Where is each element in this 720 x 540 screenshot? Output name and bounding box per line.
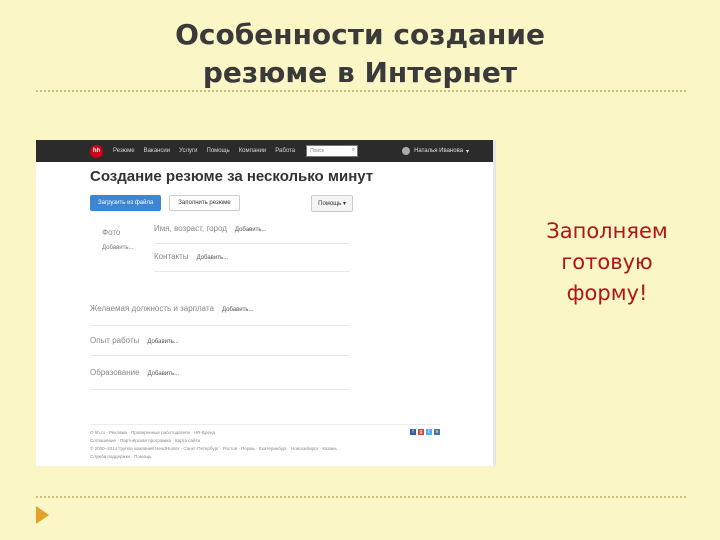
chevron-down-icon: ▾ xyxy=(342,200,346,207)
search-icon[interactable]: ⌕ xyxy=(352,147,355,154)
row-position: Желаемая должность и зарплата Добавить..… xyxy=(90,298,350,326)
row-name-add[interactable]: Добавить... xyxy=(235,227,267,233)
search-placeholder: Поиск xyxy=(310,148,324,154)
help-button-label: Помощь xyxy=(318,200,342,207)
row-education-add[interactable]: Добавить... xyxy=(148,371,180,377)
footer-line1[interactable]: О hh.ru · Реклама · Проверенные работода… xyxy=(90,429,440,437)
social-icons: f g t v xyxy=(408,429,440,435)
side-note: Заполняем готовую форму! xyxy=(522,216,692,309)
row-education: Образование Добавить... xyxy=(90,362,350,390)
row-experience-add[interactable]: Добавить... xyxy=(147,339,179,345)
twitter-icon[interactable]: t xyxy=(426,429,432,435)
site-footer: О hh.ru · Реклама · Проверенные работода… xyxy=(90,424,440,461)
side-note-line2: готовую xyxy=(561,250,653,274)
row-contacts-label: Контакты xyxy=(154,252,189,261)
row-experience: Опыт работы Добавить... xyxy=(90,330,350,356)
row-experience-label: Опыт работы xyxy=(90,336,140,345)
user-name: Наталья Иванова xyxy=(414,148,464,154)
user-menu[interactable]: Наталья Иванова ▾ xyxy=(402,147,469,155)
side-note-line1: Заполняем xyxy=(546,219,668,243)
fill-resume-button[interactable]: Заполнить резюме xyxy=(169,195,240,211)
vk-icon[interactable]: v xyxy=(434,429,440,435)
nav-services[interactable]: Услуги xyxy=(179,148,197,154)
mail-icon[interactable]: g xyxy=(418,429,424,435)
photo-add-link[interactable]: Добавить... xyxy=(102,245,134,251)
footer-line3[interactable]: © 2000–2014 Группа компаний HeadHunter ·… xyxy=(90,445,440,453)
row-education-label: Образование xyxy=(90,368,140,377)
row-contacts: Контакты Добавить... xyxy=(154,248,350,272)
slide-title: Особенности создание резюме в Интернет xyxy=(120,16,600,92)
website-screenshot: hh Резюме Вакансии Услуги Помощь Компани… xyxy=(36,140,496,466)
avatar xyxy=(402,147,411,155)
footer-line2[interactable]: Соглашение · Партнёрская программа · Кар… xyxy=(90,437,440,445)
site-topbar: hh Резюме Вакансии Услуги Помощь Компани… xyxy=(36,140,493,162)
row-name-label: Имя, возраст, город xyxy=(154,224,227,233)
slide-title-line1: Особенности создание xyxy=(175,18,545,51)
page-title: Создание резюме за несколько минут xyxy=(90,168,374,185)
facebook-icon[interactable]: f xyxy=(410,429,416,435)
photo-label: Фото xyxy=(102,228,121,237)
top-divider xyxy=(36,90,686,92)
row-contacts-add[interactable]: Добавить... xyxy=(197,255,229,261)
nav-companies[interactable]: Компании xyxy=(239,148,267,154)
slide-title-line2: резюме в Интернет xyxy=(202,56,518,89)
search-input[interactable]: Поиск ⌕ xyxy=(306,145,359,157)
row-name: Имя, возраст, город Добавить... xyxy=(154,220,350,244)
row-position-label: Желаемая должность и зарплата xyxy=(90,304,214,313)
help-button[interactable]: Помощь ▾ xyxy=(311,194,353,212)
upload-file-button[interactable]: Загрузить из файла xyxy=(90,195,162,211)
bottom-divider xyxy=(36,496,686,498)
nav-work[interactable]: Работа xyxy=(275,148,295,154)
footer-line4[interactable]: Служба поддержки · Помощь xyxy=(90,453,440,461)
hh-logo[interactable]: hh xyxy=(90,144,103,158)
side-note-line3: форму! xyxy=(566,281,648,305)
bullet-arrow-icon xyxy=(36,506,49,524)
action-row: Загрузить из файла Заполнить резюме Помо… xyxy=(36,192,493,214)
nav-help[interactable]: Помощь xyxy=(207,148,230,154)
nav-vacancies[interactable]: Вакансии xyxy=(144,148,170,154)
photo-block: Фото Добавить... xyxy=(102,228,134,251)
nav-resume[interactable]: Резюме xyxy=(113,148,135,154)
chevron-down-icon: ▾ xyxy=(466,148,470,155)
row-position-add[interactable]: Добавить... xyxy=(222,307,254,313)
